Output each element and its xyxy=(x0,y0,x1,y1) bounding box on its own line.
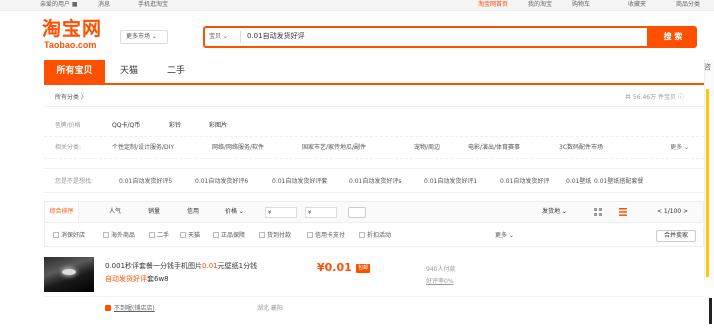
sort-popularity[interactable]: 人气 xyxy=(109,202,121,222)
related-item[interactable]: 0.01壁纸搭配套餐 xyxy=(594,169,643,194)
filter-item[interactable]: 网络/网络服务/软件 xyxy=(212,137,264,159)
product-rating-link[interactable]: 好评率0% xyxy=(426,276,454,285)
checkbox-item[interactable]: 正品保障 xyxy=(213,232,245,240)
checkbox-item[interactable]: 货到付款 xyxy=(259,232,291,240)
sort-bar: 综合排序 人气 销量 信用 价格 ⌄ 发货地 ⌄ < 1/100 > xyxy=(44,201,704,223)
filter-label: 相关分类: xyxy=(55,144,82,151)
right-panel-accent xyxy=(706,89,709,277)
checkbox-item[interactable]: 二手 xyxy=(149,232,169,240)
topbar-greeting[interactable]: 亲爱的用户 ■ xyxy=(40,0,78,10)
related-item[interactable]: 0.01自动发货好评 xyxy=(500,169,549,194)
related-item[interactable]: 0.01自动发货好评5 xyxy=(119,169,172,194)
related-item[interactable]: 0.01自动发货好评1 xyxy=(424,169,477,194)
related-item[interactable]: 0.01自动发货好评6 xyxy=(195,169,248,194)
filter-item[interactable]: 电影/演出/体育赛事 xyxy=(468,137,520,159)
sort-price[interactable]: 价格 ⌄ xyxy=(225,202,244,222)
related-item[interactable]: 0.01自动发货好评s xyxy=(349,169,402,194)
filter-item[interactable]: 彩铃 xyxy=(169,115,181,137)
filter-item[interactable]: 国家市艺/家传地瓜/副件 xyxy=(302,137,366,159)
filter-row-brand: 품牌/价格 QQ卡/Q币 彩铃 彩图片 xyxy=(44,115,704,137)
more-markets-button[interactable]: 更多市场 ⌄ xyxy=(120,30,168,44)
free-shipping-badge: 包邮 xyxy=(356,264,371,273)
product-price: ¥0.01 xyxy=(317,261,352,274)
logo-text[interactable]: 淘宝网 xyxy=(42,18,102,40)
shop-name-link[interactable]: 不到喔(铺店店) xyxy=(114,303,155,312)
result-count: 共 56.46万 件宝贝 ⓘ xyxy=(625,94,684,101)
topbar-my-taobao[interactable]: 我的淘宝 xyxy=(528,0,552,10)
topbar-messages[interactable]: 消息 xyxy=(98,0,110,10)
filter-item[interactable]: QQ卡/Q币 xyxy=(112,115,140,137)
related-item[interactable]: 0.01自动发货好评套 xyxy=(272,169,327,194)
tabs-underline xyxy=(44,83,704,85)
checkbox-item[interactable]: 海外商品 xyxy=(103,232,135,240)
tab-second-hand[interactable]: 二手 xyxy=(156,60,196,83)
filter-checkbox-row: 消保好店 海外商品 二手 天猫 正品保障 货到付款 信用卡支付 折扣活动 更多 … xyxy=(44,225,704,247)
top-bar: 亲爱的用户 ■ 消息 手机逛淘宝 淘宝网首页 我的淘宝 购物车 收藏夹 商品分类 xyxy=(0,0,714,11)
search-separator xyxy=(240,31,241,43)
merge-sellers-button[interactable]: 合并卖家 xyxy=(656,230,696,242)
product-title-line1[interactable]: 0.001秒评套餐一分钱手机图片0.01元壁纸1分钱 xyxy=(105,261,257,271)
tab-all-items[interactable]: 所有宝贝 xyxy=(44,60,105,83)
topbar-favorites[interactable]: 收藏夹 xyxy=(628,0,646,10)
pager[interactable]: < 1/100 > xyxy=(657,202,688,222)
filter-item[interactable]: 3C数码配件市场 xyxy=(559,137,603,159)
divider xyxy=(44,106,704,107)
search-input[interactable] xyxy=(247,30,627,43)
right-panel-label[interactable]: 咨 xyxy=(704,60,714,74)
related-item[interactable]: 0.01壁纸 xyxy=(566,169,591,194)
search-category-dropdown[interactable]: 宝贝 ⌄ xyxy=(209,30,241,43)
checkbox-item[interactable]: 天猫 xyxy=(180,232,200,240)
checkbox-item[interactable]: 折扣活动 xyxy=(359,232,391,240)
filter-label: 품牌/价格 xyxy=(55,122,81,129)
checkbox-item[interactable]: 信用卡支付 xyxy=(307,232,345,240)
filter-item[interactable]: 个性定制/设计服务/DIY xyxy=(112,137,174,159)
logo-domain[interactable]: Taobao.com xyxy=(44,40,96,50)
sort-sales[interactable]: 销量 xyxy=(148,202,160,222)
checkbox-item[interactable]: 消保好店 xyxy=(53,232,85,240)
tab-tmall[interactable]: 天猫 xyxy=(108,60,150,83)
price-confirm-toggle[interactable] xyxy=(348,207,366,218)
filter-item[interactable]: 彩图片 xyxy=(209,115,227,137)
product-title-line2[interactable]: 自动发货好评套6w8 xyxy=(105,274,169,284)
breadcrumb[interactable]: 所有分类 〉 xyxy=(55,92,87,101)
filter-more-button[interactable]: 更多 ⌄ xyxy=(670,137,689,159)
topbar-categories[interactable]: 商品分类 xyxy=(676,0,700,10)
divider xyxy=(44,296,704,297)
ship-from-dropdown[interactable]: 发货地 ⌄ xyxy=(542,202,567,222)
topbar-cart[interactable]: 购物车 xyxy=(572,0,590,10)
topbar-mobile[interactable]: 手机逛淘宝 xyxy=(138,0,168,10)
related-label: 您是不是想找: xyxy=(55,178,94,185)
search-button[interactable]: 搜 索 xyxy=(649,26,697,48)
sort-credit[interactable]: 信用 xyxy=(187,202,199,222)
price-min-input[interactable] xyxy=(265,207,297,218)
list-view-icon[interactable] xyxy=(619,208,627,216)
grid-view-icon[interactable] xyxy=(594,208,602,216)
sort-default[interactable]: 综合排序 xyxy=(45,202,79,222)
filter-row-category: 相关分类: 个性定制/设计服务/DIY 网络/网络服务/软件 国家市艺/家传地瓜… xyxy=(44,137,704,159)
filter-item[interactable]: 宠物/周边 xyxy=(414,137,440,159)
product-sold-count: 940人付款 xyxy=(426,266,456,273)
text-cursor-icon xyxy=(709,298,712,324)
product-thumbnail[interactable] xyxy=(44,257,94,292)
price-max-input[interactable] xyxy=(305,207,337,218)
product-location: 湖北 襄阳 xyxy=(257,305,283,312)
topbar-home[interactable]: 淘宝网首页 xyxy=(478,0,508,10)
related-searches: 您是不是想找: 0.01自动发货好评5 0.01自动发货好评6 0.01自动发货… xyxy=(44,168,704,193)
more-filters-button[interactable]: 更多 ⌄ xyxy=(495,225,514,247)
shop-icon xyxy=(105,305,111,311)
